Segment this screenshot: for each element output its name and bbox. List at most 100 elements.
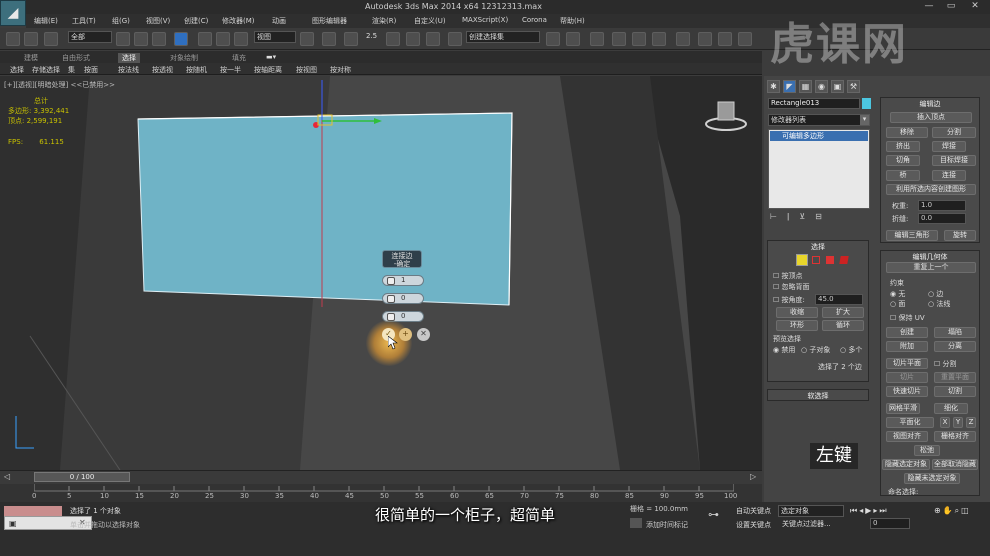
constraint-normal-radio[interactable]: ○ 法线 xyxy=(928,299,950,309)
link-icon[interactable] xyxy=(44,32,58,46)
modifier-list-dropdown[interactable]: 修改器列表 xyxy=(768,114,870,126)
detach-button[interactable]: 分离 xyxy=(934,341,976,352)
menu-create[interactable]: 创建(C) xyxy=(184,16,208,26)
ribbon-btn-by-distance[interactable]: 按轴距离 xyxy=(254,65,282,75)
create-tab-icon[interactable]: ✱ xyxy=(767,80,780,93)
slice-plane-button[interactable]: 切片平面 xyxy=(886,358,928,369)
ribbon-btn-by-face[interactable]: 按面 xyxy=(84,65,98,75)
connect-button[interactable]: 连接 xyxy=(932,170,966,181)
cut-button[interactable]: 切割 xyxy=(934,386,976,397)
perspective-viewport[interactable]: [+][透视][明暗处理] <<已禁用>> 总计 多边形: 3,392,441 … xyxy=(0,76,762,470)
cabinet-box-object[interactable] xyxy=(136,111,513,307)
render-setup-icon[interactable] xyxy=(698,32,712,46)
schematic-view-icon[interactable] xyxy=(652,32,666,46)
prev-frame-icon[interactable]: ◁ xyxy=(4,472,10,481)
auto-key-label[interactable]: 自动关键点 xyxy=(736,506,771,516)
selection-rollout-title[interactable]: 选择 xyxy=(767,242,869,252)
current-frame-field[interactable]: 0 xyxy=(870,518,910,529)
edit-named-sel-icon[interactable] xyxy=(448,32,462,46)
preserve-uv-checkbox[interactable]: ☐ 保持 UV xyxy=(890,313,925,323)
crease-spinner[interactable]: 0.0 xyxy=(918,213,966,224)
menu-edit[interactable]: 编辑(E) xyxy=(34,16,58,26)
select-by-name-icon[interactable] xyxy=(134,32,148,46)
playback-controls[interactable]: ⏮◂▶▸⏭ xyxy=(850,506,889,516)
ribbon-btn-by-view[interactable]: 按视图 xyxy=(296,65,317,75)
ribbon-tab-object-paint[interactable]: 对象绘制 xyxy=(170,53,198,63)
weight-spinner[interactable]: 1.0 xyxy=(918,200,966,211)
stack-tools[interactable]: ⊢ǀ⊻⊟ xyxy=(770,212,870,224)
object-color-swatch[interactable] xyxy=(862,98,871,109)
constraint-face-radio[interactable]: ○ 面 xyxy=(890,299,905,309)
modifier-stack[interactable] xyxy=(768,129,870,209)
minimize-button[interactable]: — xyxy=(918,1,940,13)
ribbon-tab-modeling[interactable]: 建模 xyxy=(24,53,38,63)
pivot-icon[interactable] xyxy=(300,32,314,46)
make-planar-button[interactable]: 平面化 xyxy=(886,417,934,428)
edit-edges-title[interactable]: 编辑边 xyxy=(880,99,980,109)
move-icon[interactable] xyxy=(198,32,212,46)
ribbon-btn-by-half[interactable]: 按一半 xyxy=(220,65,241,75)
meshsmooth-button[interactable]: 网格平滑 xyxy=(886,403,920,414)
planar-z-button[interactable]: Z xyxy=(966,417,976,428)
rendered-frame-icon[interactable] xyxy=(718,32,732,46)
ring-button[interactable]: 环形 xyxy=(776,320,818,331)
border-subobject-icon[interactable] xyxy=(812,256,820,264)
rotate-icon[interactable] xyxy=(216,32,230,46)
redo-icon[interactable] xyxy=(24,32,38,46)
ribbon-btn-set[interactable]: 集 xyxy=(68,65,75,75)
ribbon-tab-selection[interactable]: 选择 xyxy=(118,53,140,63)
chevron-down-icon[interactable]: ▾ xyxy=(860,115,869,125)
ribbon-btn-store-sel[interactable]: 存储选择 xyxy=(32,65,60,75)
attach-button[interactable]: 附加 xyxy=(886,341,928,352)
ribbon-btn-by-perspective[interactable]: 按透视 xyxy=(152,65,173,75)
align-icon[interactable] xyxy=(566,32,580,46)
add-time-tag[interactable]: 添加时间标记 xyxy=(646,520,688,530)
rect-region-icon[interactable] xyxy=(152,32,166,46)
app-icon[interactable]: ◢ xyxy=(0,0,26,26)
angle-spinner[interactable]: 45.0 xyxy=(815,294,863,305)
key-icon[interactable]: ⊶ xyxy=(708,508,719,521)
mirror-icon[interactable] xyxy=(546,32,560,46)
percent-snap-icon[interactable] xyxy=(406,32,420,46)
remove-button[interactable]: 移除 xyxy=(886,127,928,138)
ribbon-tab-populate[interactable]: 填充 xyxy=(232,53,246,63)
repeat-last-button[interactable]: 重复上一个 xyxy=(886,262,976,273)
snap-toggle[interactable]: 2.5 xyxy=(366,32,377,40)
menu-rendering[interactable]: 渲染(R) xyxy=(372,16,396,26)
preview-multi-radio[interactable]: ○ 多个 xyxy=(840,345,862,355)
create-button[interactable]: 创建 xyxy=(886,327,928,338)
pinch-spinner[interactable]: 0 xyxy=(382,293,424,304)
tessellate-button[interactable]: 细化 xyxy=(934,403,968,414)
collapse-button[interactable]: 塌陷 xyxy=(934,327,976,338)
grid-align-button[interactable]: 栅格对齐 xyxy=(934,431,976,442)
named-selection-dropdown[interactable]: 创建选择集 xyxy=(466,31,540,43)
ribbon-btn-by-symmetry[interactable]: 按对称 xyxy=(330,65,351,75)
motion-tab-icon[interactable]: ◉ xyxy=(815,80,828,93)
create-shape-button[interactable]: 利用所选内容创建图形 xyxy=(886,184,976,195)
bridge-button[interactable]: 桥 xyxy=(886,170,920,181)
close-button[interactable]: ✕ xyxy=(964,1,986,13)
reset-plane-button[interactable]: 重置平面 xyxy=(934,372,976,383)
connect-edges-caddy[interactable]: 连接边 -确定 xyxy=(382,250,422,268)
edit-triangulation-button[interactable]: 编辑三角形 xyxy=(886,230,938,241)
display-tab-icon[interactable]: ▣ xyxy=(831,80,844,93)
relax-button[interactable]: 松弛 xyxy=(914,445,940,456)
ribbon-tab-freeform[interactable]: 自由形式 xyxy=(62,53,90,63)
ribbon-btn-by-normal[interactable]: 按法线 xyxy=(118,65,139,75)
hide-selected-button[interactable]: 隐藏选定对象 xyxy=(882,459,930,470)
shrink-button[interactable]: 收缩 xyxy=(776,307,818,318)
edit-geometry-title[interactable]: 编辑几何体 xyxy=(880,252,980,262)
ribbon-btn-by-random[interactable]: 按随机 xyxy=(186,65,207,75)
by-angle-checkbox[interactable]: ☐ 按角度: xyxy=(773,295,805,305)
target-weld-button[interactable]: 目标焊接 xyxy=(932,155,976,166)
angle-snap-icon[interactable] xyxy=(386,32,400,46)
hide-unselected-button[interactable]: 隐藏未选定对象 xyxy=(904,473,960,484)
by-vertex-checkbox[interactable]: ☐ 按顶点 xyxy=(773,271,803,281)
keyboard-shortcut-icon[interactable] xyxy=(344,32,358,46)
ignore-backfacing-checkbox[interactable]: ☐ 忽略背面 xyxy=(773,282,810,292)
stack-item-editable-poly[interactable]: 可编辑多边形 xyxy=(770,131,868,141)
key-filters-button[interactable]: 关键点过滤器... xyxy=(782,519,831,529)
modify-tab-icon[interactable]: ◤ xyxy=(783,80,796,93)
unhide-all-button[interactable]: 全部取消隐藏 xyxy=(932,459,978,470)
material-editor-icon[interactable] xyxy=(676,32,690,46)
